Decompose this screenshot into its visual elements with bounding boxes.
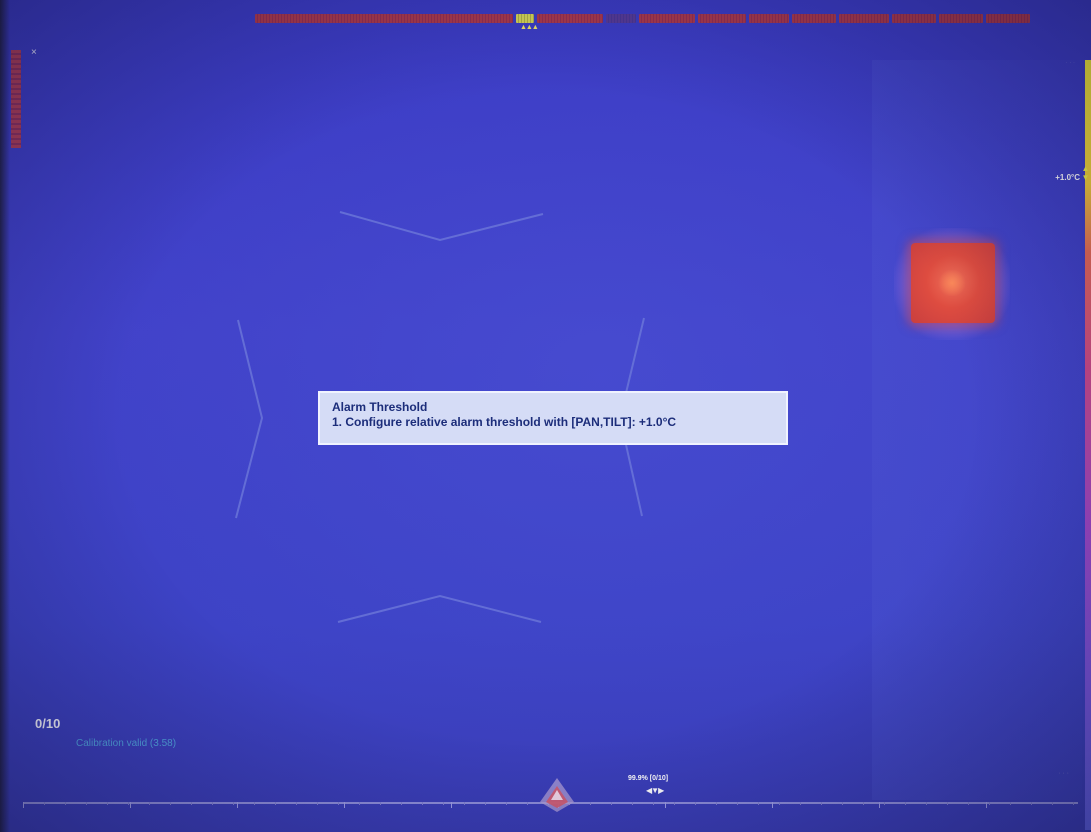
axis-minor-tick	[632, 802, 633, 805]
bottom-right-indicator: · · ·	[1058, 770, 1069, 777]
axis-minor-tick	[800, 802, 801, 805]
axis-minor-tick	[1073, 802, 1074, 805]
axis-minor-tick	[968, 802, 969, 805]
axis-minor-tick	[170, 802, 171, 805]
top-strip-position-marker: ▲▲▲	[520, 24, 539, 31]
axis-minor-tick	[254, 802, 255, 805]
top-strip-segment	[792, 14, 836, 23]
axis-major-tick	[451, 802, 452, 808]
axis-major-tick	[986, 802, 987, 808]
axis-minor-tick	[863, 802, 864, 805]
top-scale-strip	[255, 14, 1072, 23]
axis-minor-tick	[422, 802, 423, 805]
axis-minor-tick	[212, 802, 213, 805]
axis-major-tick	[344, 802, 345, 808]
axis-minor-tick	[1031, 802, 1032, 805]
top-strip-segment	[255, 14, 513, 23]
top-strip-segment	[749, 14, 789, 23]
axis-minor-tick	[989, 802, 990, 805]
top-strip-segment	[939, 14, 983, 23]
axis-minor-tick	[233, 802, 234, 805]
axis-minor-tick	[44, 802, 45, 805]
threshold-value-label: +1.0°C	[1055, 173, 1080, 182]
axis-minor-tick	[86, 802, 87, 805]
axis-minor-tick	[65, 802, 66, 805]
axis-minor-tick	[380, 802, 381, 805]
axis-minor-tick	[947, 802, 948, 805]
axis-minor-tick	[779, 802, 780, 805]
top-strip-segment	[986, 14, 1030, 23]
top-strip-segment	[892, 14, 936, 23]
axis-minor-tick	[317, 802, 318, 805]
axis-minor-tick	[359, 802, 360, 805]
axis-major-tick	[130, 802, 131, 808]
right-panel	[872, 60, 1082, 800]
axis-minor-tick	[884, 802, 885, 805]
axis-minor-tick	[485, 802, 486, 805]
calibration-status: Calibration valid (3.58)	[76, 738, 177, 749]
axis-minor-tick	[695, 802, 696, 805]
diamond-marker-icon[interactable]	[538, 776, 576, 814]
axis-major-tick	[772, 802, 773, 808]
left-scale-strip	[11, 50, 21, 148]
axis-major-tick	[23, 802, 24, 808]
axis-minor-tick	[527, 802, 528, 805]
reticle-left-chevron	[235, 319, 264, 519]
axis-minor-tick	[401, 802, 402, 805]
axis-minor-tick	[107, 802, 108, 805]
axis-minor-tick	[296, 802, 297, 805]
axis-minor-tick	[191, 802, 192, 805]
axis-minor-tick	[821, 802, 822, 805]
reticle-top-chevron	[339, 211, 544, 242]
axis-minor-tick	[716, 802, 717, 805]
axis-minor-tick	[338, 802, 339, 805]
thermal-camera-view: ▲▲▲ × +1.0°C ▲ ▼ · · · Alarm Threshold 1.…	[0, 0, 1091, 832]
axis-minor-tick	[653, 802, 654, 805]
axis-minor-tick	[1052, 802, 1053, 805]
left-edge-shade	[0, 0, 10, 832]
pan-readout: 99.9% [0/10]	[628, 775, 669, 782]
axis-minor-tick	[443, 802, 444, 805]
top-strip-segment	[839, 14, 889, 23]
axis-minor-tick	[149, 802, 150, 805]
close-icon[interactable]: ×	[31, 48, 37, 58]
top-strip-segment	[606, 14, 636, 23]
axis-minor-tick	[590, 802, 591, 805]
axis-minor-tick	[674, 802, 675, 805]
top-strip-current-segment	[516, 14, 534, 23]
axis-minor-tick	[506, 802, 507, 805]
axis-minor-tick	[758, 802, 759, 805]
axis-minor-tick	[275, 802, 276, 805]
reticle-bottom-chevron	[337, 594, 542, 623]
axis-minor-tick	[464, 802, 465, 805]
axis-minor-tick	[905, 802, 906, 805]
top-strip-segment	[537, 14, 603, 23]
alarm-threshold-dialog: Alarm Threshold 1. Configure relative al…	[318, 391, 788, 445]
dialog-title: Alarm Threshold	[332, 400, 428, 414]
top-strip-segment	[639, 14, 695, 23]
up-down-arrows-icon[interactable]: ▲ ▼	[1080, 164, 1091, 182]
axis-minor-tick	[1010, 802, 1011, 805]
axis-minor-tick	[128, 802, 129, 805]
pan-tilt-arrows-icon[interactable]: ◀▼▶	[646, 786, 664, 795]
axis-major-tick	[665, 802, 666, 808]
top-right-indicator: · · ·	[1065, 60, 1075, 66]
dialog-instruction: 1. Configure relative alarm threshold wi…	[332, 415, 677, 429]
axis-major-tick	[237, 802, 238, 808]
axis-major-tick	[879, 802, 880, 808]
axis-minor-tick	[842, 802, 843, 805]
step-counter: 0/10	[35, 716, 61, 731]
axis-minor-tick	[611, 802, 612, 805]
axis-minor-tick	[926, 802, 927, 805]
axis-minor-tick	[737, 802, 738, 805]
hot-spot-core	[937, 270, 967, 296]
top-strip-segment	[698, 14, 746, 23]
